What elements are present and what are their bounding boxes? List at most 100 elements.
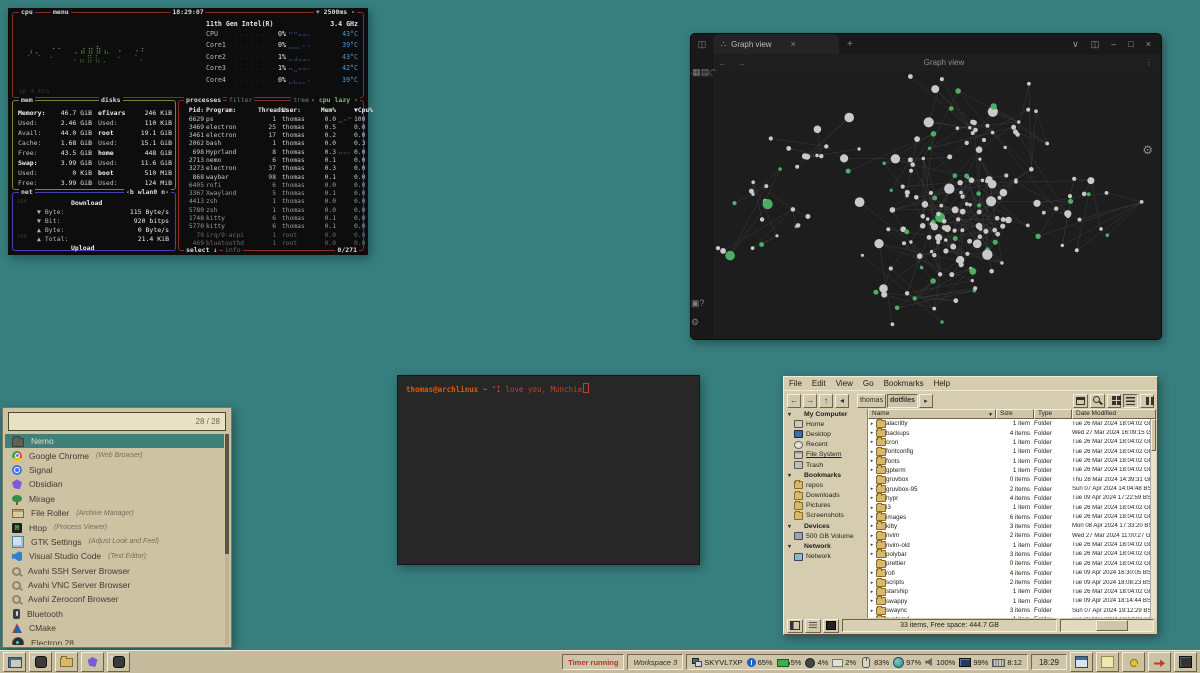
process-row[interactable]: 868 waybar 98 thomas 0.1 0.0 <box>182 174 360 182</box>
file-row[interactable]: ▸ hypr 4 items Folder Tue 09 Apr 2024 17… <box>868 494 1151 503</box>
forward-icon[interactable]: → <box>732 58 751 68</box>
window-button[interactable] <box>3 652 26 672</box>
column-size[interactable]: Size <box>996 409 1034 419</box>
btop-cpu-lazy-selector[interactable]: ‹ cpu lazy › <box>309 96 360 105</box>
file-row[interactable]: ▸ cron 1 item Folder Tue 26 Mar 2024 18:… <box>868 438 1151 447</box>
expander-icon[interactable]: ▸ <box>868 458 876 464</box>
file-manager-window[interactable]: FileEditViewGoBookmarksHelp ←→↑◂ thomasd… <box>783 376 1158 635</box>
launcher-search-box[interactable]: 28 / 28 <box>8 412 226 431</box>
expander-icon[interactable]: ▸ <box>868 486 876 492</box>
btop-tab-cpu[interactable]: cpu <box>19 8 35 17</box>
expander-icon[interactable]: ▸ <box>868 589 876 595</box>
file-row[interactable]: ▸ gruvbox-95 2 items Folder Sun 07 Apr 2… <box>868 484 1151 493</box>
sidebar-row[interactable]: Downloads <box>785 491 867 501</box>
expander-icon[interactable]: ▸ <box>868 495 876 501</box>
new-tab-button[interactable]: + <box>847 39 853 50</box>
obsidian-titlebar[interactable]: ◫ ∴ Graph view × + ∨ ◫ – □ × <box>691 34 1161 54</box>
process-row[interactable]: 6629 ps 1 thomas 0.0 ⣀⠤⠒ 100 <box>182 116 360 124</box>
sidebar-row[interactable]: Screenshots <box>785 511 867 521</box>
launcher-item[interactable]: Visual Studio Code (Text Editor) <box>5 549 224 563</box>
process-select-hint[interactable]: select ↓ <box>184 246 219 255</box>
expander-icon[interactable]: ▸ <box>868 542 876 548</box>
file-row[interactable]: ▸ polybar 3 items Folder Tue 26 Mar 2024… <box>868 550 1151 559</box>
process-row[interactable]: 3461 electron 17 thomas 0.2 0.0 <box>182 132 360 140</box>
sidebar-row[interactable]: Network <box>785 541 867 551</box>
quick-launch-button[interactable] <box>1070 652 1093 672</box>
launcher-item[interactable]: Nemo <box>5 434 224 448</box>
sidebar-row[interactable]: Trash <box>785 460 867 470</box>
file-row[interactable]: ▸ fontconfig 1 item Folder Tue 26 Mar 20… <box>868 447 1151 456</box>
file-row[interactable]: ▸ swappy 1 item Folder Tue 09 Apr 2024 1… <box>868 597 1151 606</box>
sidebar-row[interactable]: Pictures <box>785 501 867 511</box>
process-row[interactable]: 698 Hyprland 8 thomas 0.3 ⠤⠤⠄ 0.0 <box>182 149 360 157</box>
breadcrumb-segment[interactable]: ▸ <box>919 394 933 408</box>
file-list-scrollbar-thumb[interactable] <box>1151 419 1156 451</box>
process-row[interactable]: 3367 Xwayland 5 thomas 0.1 0.0 <box>182 190 360 198</box>
maximize-button[interactable]: □ <box>1128 39 1133 49</box>
status-toggle-button[interactable] <box>805 619 821 633</box>
close-button[interactable]: × <box>1146 39 1151 49</box>
tray-item[interactable]: 100% <box>925 658 955 667</box>
sort-indicator-icon[interactable]: ▼ <box>988 411 993 419</box>
btop-tab-processes[interactable]: processes <box>184 96 223 105</box>
expander-icon[interactable]: ▸ <box>868 580 876 586</box>
column-type[interactable]: Type <box>1034 409 1072 419</box>
right-sidebar-toggle-icon[interactable]: ◫ <box>1091 39 1100 50</box>
view-mode-button[interactable] <box>1073 394 1088 408</box>
window-button[interactable] <box>107 652 130 672</box>
expander-icon[interactable]: ▸ <box>868 467 876 473</box>
sidebar-row[interactable]: Bookmarks <box>785 470 867 480</box>
file-row[interactable]: ▸ alacritty 1 item Folder Tue 26 Mar 202… <box>868 419 1151 428</box>
btop-tab-mem[interactable]: mem <box>19 96 35 105</box>
btop-filter-button[interactable]: filter <box>227 96 254 105</box>
expander-icon[interactable]: ▸ <box>868 551 876 557</box>
ribbon-icon[interactable] <box>691 298 700 308</box>
tray-item[interactable]: 4% <box>805 657 828 668</box>
process-row[interactable]: 2062 bash 1 thomas 0.0 0.3 <box>182 140 360 148</box>
horizontal-scrollbar[interactable] <box>1060 619 1154 632</box>
status-toggle-button[interactable] <box>823 619 839 633</box>
quick-launch-button[interactable] <box>1122 652 1145 672</box>
nav-button[interactable]: ↑ <box>819 394 833 408</box>
file-row[interactable]: prettier 0 items Folder Tue 26 Mar 2024 … <box>868 559 1151 568</box>
expander-icon[interactable]: ▸ <box>868 505 876 511</box>
quick-launch-button[interactable] <box>1148 652 1171 672</box>
column-date[interactable]: Date Modified <box>1072 409 1156 419</box>
file-list-scrollbar[interactable] <box>1150 419 1156 618</box>
nav-button[interactable]: ← <box>787 394 801 408</box>
launcher-item[interactable]: Avahi SSH Server Browser <box>5 564 224 578</box>
process-row[interactable]: 6405 rofi 6 thomas 0.0 0.0 <box>182 182 360 190</box>
tray-item[interactable]: 97% <box>893 657 921 668</box>
graph-canvas[interactable]: ⚙ <box>713 71 1161 339</box>
process-row[interactable]: 5770 kitty 6 thomas 0.1 0.0 <box>182 223 360 231</box>
file-row[interactable]: ▸ starship 1 item Folder Tue 26 Mar 2024… <box>868 587 1151 596</box>
window-button[interactable] <box>55 652 78 672</box>
view-mode-button[interactable] <box>1140 394 1154 408</box>
breadcrumb-segment[interactable]: thomas <box>857 394 886 408</box>
minimize-button[interactable]: – <box>1111 39 1116 49</box>
nav-button[interactable]: → <box>803 394 817 408</box>
launcher-item[interactable]: CMake <box>5 621 224 635</box>
taskbar-clock[interactable]: 18:29 <box>1031 654 1067 670</box>
launcher-item[interactable]: Htop (Process Viewer) <box>5 520 224 534</box>
column-name[interactable]: Name▼ <box>868 409 996 419</box>
tray-item[interactable]: 65% <box>747 658 773 667</box>
more-options-icon[interactable]: ⋮ <box>1137 58 1161 67</box>
file-row[interactable]: ▸ kitty 3 items Folder Mon 08 Apr 2024 1… <box>868 522 1151 531</box>
quick-launch-button[interactable] <box>1174 652 1197 672</box>
launcher-item[interactable]: Signal <box>5 463 224 477</box>
obsidian-window[interactable]: ◫ ∴ Graph view × + ∨ ◫ – □ × ← → Graph v… <box>690 33 1162 340</box>
expander-icon[interactable]: ▸ <box>868 608 876 614</box>
process-row[interactable]: 2713 nemo 6 thomas 0.1 0.0 <box>182 157 360 165</box>
launcher-scrollbar-thumb[interactable] <box>225 434 229 554</box>
btop-tab-menu[interactable]: menu <box>51 8 71 17</box>
launcher-item[interactable]: Electron 28 <box>5 635 224 645</box>
launcher-item[interactable]: GTK Settings (Adjust Look and Feel) <box>5 535 224 549</box>
sidebar-row[interactable]: Recent <box>785 440 867 450</box>
process-row[interactable]: 3469 electron 25 thomas 0.5 0.0 <box>182 124 360 132</box>
window-button[interactable] <box>29 652 52 672</box>
tab-graph-view[interactable]: ∴ Graph view × <box>713 34 839 54</box>
menu-item[interactable]: Edit <box>812 379 826 388</box>
btop-tab-net[interactable]: net <box>19 188 35 197</box>
btop-interval-control[interactable]: + 2500ms - <box>314 8 357 17</box>
